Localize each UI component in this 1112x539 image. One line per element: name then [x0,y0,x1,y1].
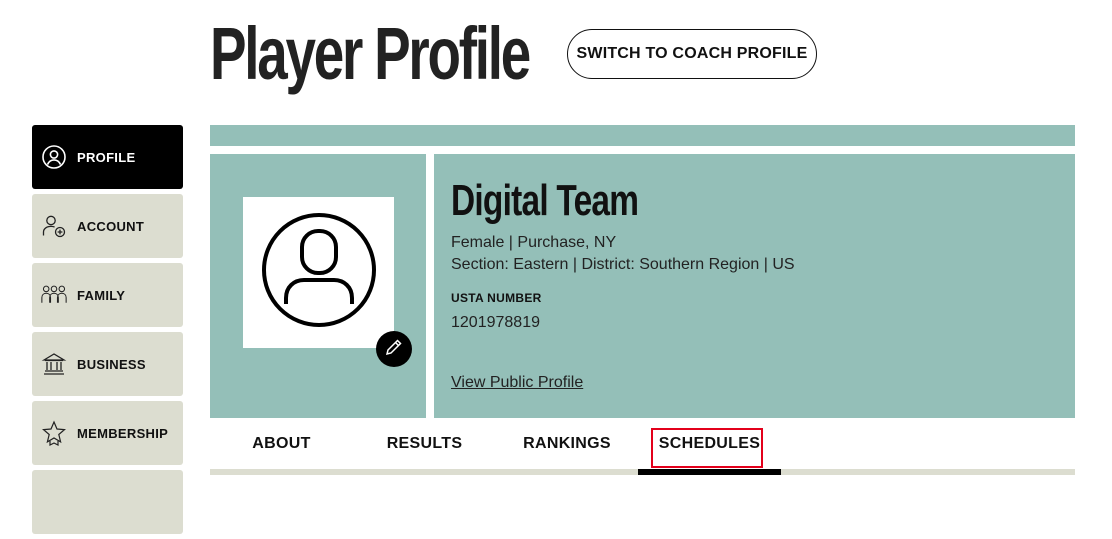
usta-number-label: USTA NUMBER [451,291,542,305]
page-title: Player Profile [210,12,531,95]
sidebar-item-label: BUSINESS [77,356,146,372]
sidebar-item-more[interactable] [32,470,183,534]
gender-location: Female | Purchase, NY [451,234,617,251]
user-avatar-icon [261,212,377,333]
sidebar-item-membership[interactable]: MEMBERSHIP [32,401,183,465]
profile-photo [243,197,394,348]
add-user-icon [41,213,67,239]
profile-header-band [210,125,1075,146]
profile-info-panel: Digital Team Female | Purchase, NY Secti… [434,154,1075,418]
sidebar-item-label: ACCOUNT [77,218,145,234]
sidebar: PROFILE ACCOUNT FAMILY BUSINESS MEMBERSH… [32,125,183,539]
usta-number: 1201978819 [451,314,540,331]
sidebar-item-business[interactable]: BUSINESS [32,332,183,396]
active-tab-indicator [638,469,781,475]
pencil-icon [384,337,404,362]
view-public-profile-link[interactable]: View Public Profile [451,374,583,392]
bank-icon [41,351,67,377]
sidebar-item-label: MEMBERSHIP [77,425,169,441]
sidebar-item-profile[interactable]: PROFILE [32,125,183,189]
tab-results[interactable]: RESULTS [353,418,496,470]
sidebar-item-label: FAMILY [77,287,126,303]
sidebar-item-family[interactable]: FAMILY [32,263,183,327]
star-badge-icon [41,420,67,446]
profile-name: Digital Team [451,176,639,225]
tab-about[interactable]: ABOUT [210,418,353,470]
tab-rankings[interactable]: RANKINGS [496,418,638,470]
switch-to-coach-profile-button[interactable]: SWITCH TO COACH PROFILE [567,29,817,79]
edit-photo-button[interactable] [376,331,412,367]
sidebar-item-account[interactable]: ACCOUNT [32,194,183,258]
family-icon [41,282,67,308]
sidebar-item-label: PROFILE [77,149,136,165]
profile-tabs: ABOUT RESULTS RANKINGS SCHEDULES [210,418,1075,475]
profile-icon [41,144,67,170]
tab-schedules[interactable]: SCHEDULES [638,418,781,470]
profile-photo-panel [210,154,426,418]
section-district: Section: Eastern | District: Southern Re… [451,256,795,273]
